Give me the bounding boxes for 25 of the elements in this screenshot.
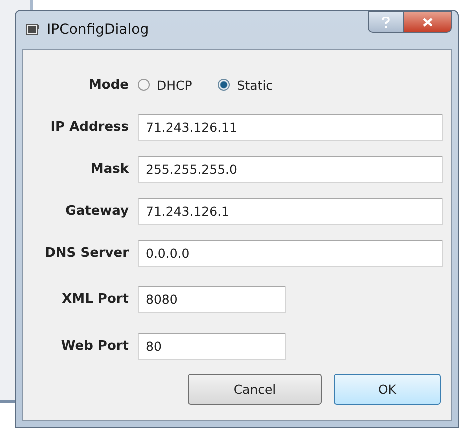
close-icon <box>422 18 432 26</box>
ok-button[interactable]: OK <box>334 374 441 405</box>
field-label: Gateway <box>64 204 129 218</box>
field-label: IP Address <box>50 120 129 134</box>
field-label: DNS Server <box>44 246 129 260</box>
close-button[interactable] <box>404 11 452 33</box>
input-field[interactable]: 0.0.0.0 <box>138 240 443 266</box>
input-field[interactable]: 71.243.126.11 <box>138 114 443 140</box>
cancel-button[interactable]: Cancel <box>188 374 322 405</box>
mode-label: Mode <box>88 78 129 92</box>
field-label: Web Port <box>60 339 129 354</box>
radio-label: Static <box>237 78 274 92</box>
input-field[interactable]: 71.243.126.1 <box>138 198 443 224</box>
window-icon <box>26 24 40 36</box>
input-field[interactable]: 80 <box>138 333 286 360</box>
question-icon <box>382 16 390 28</box>
radio-option[interactable]: Static <box>218 78 274 92</box>
help-button[interactable] <box>368 11 404 33</box>
input-field[interactable]: 255.255.255.0 <box>138 156 443 182</box>
window-title: IPConfigDialog <box>47 22 150 38</box>
radio-label: DHCP <box>157 78 192 92</box>
input-field[interactable]: 8080 <box>138 286 286 313</box>
radio-option[interactable]: DHCP <box>138 78 192 92</box>
field-label: Mask <box>90 162 129 176</box>
field-label: XML Port <box>61 292 129 307</box>
